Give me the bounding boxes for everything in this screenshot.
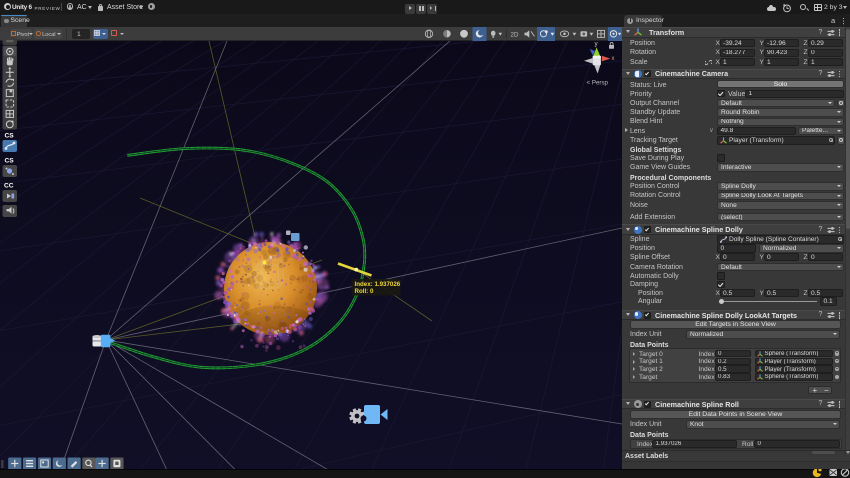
- svg-text:y: y: [595, 42, 598, 48]
- svg-text:CS: CS: [5, 133, 15, 140]
- svg-text:CC: CC: [4, 183, 14, 190]
- svg-text:< Persp: < Persp: [587, 80, 609, 87]
- svg-text:2D: 2D: [511, 31, 519, 38]
- svg-text:CS: CS: [5, 158, 15, 165]
- svg-text:Index: 1.937026: Index: 1.937026: [355, 281, 401, 288]
- svg-text:Roll: 0: Roll: 0: [355, 288, 374, 295]
- svg-text:x: x: [612, 56, 615, 62]
